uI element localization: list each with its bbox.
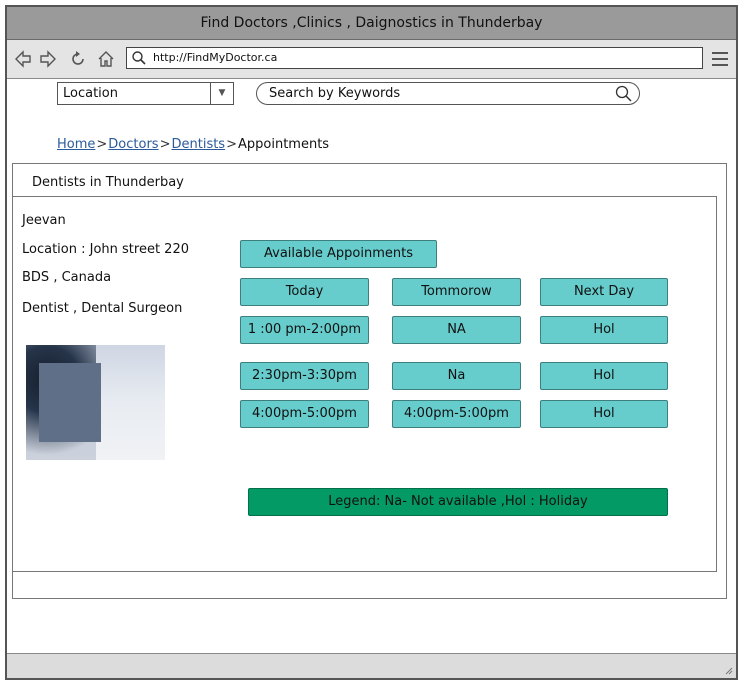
- back-icon[interactable]: [13, 49, 33, 69]
- search-icon[interactable]: [615, 85, 633, 103]
- slot-button[interactable]: Hol: [540, 400, 668, 428]
- column-today-button[interactable]: Today: [240, 278, 369, 306]
- slot-button[interactable]: 2:30pm-3:30pm: [240, 362, 369, 390]
- column-next-day-button[interactable]: Next Day: [540, 278, 668, 306]
- slot-button[interactable]: Na: [392, 362, 521, 390]
- search-icon: [132, 51, 146, 65]
- dentists-panel: Dentists in Thunderbay Jeevan Location :…: [12, 163, 727, 599]
- slot-button[interactable]: NA: [392, 316, 521, 344]
- slot-button[interactable]: Hol: [540, 362, 668, 390]
- doctor-specialty: Dentist , Dental Surgeon: [22, 301, 183, 316]
- address-bar[interactable]: http://FindMyDoctor.ca: [126, 47, 703, 69]
- hamburger-menu-icon[interactable]: [712, 52, 728, 66]
- slot-button[interactable]: 4:00pm-5:00pm: [240, 400, 369, 428]
- resize-grip-icon[interactable]: [725, 667, 733, 675]
- keyword-search-placeholder: Search by Keywords: [269, 86, 401, 101]
- legend-bar: Legend: Na- Not available ,Hol : Holiday: [248, 488, 668, 516]
- breadcrumb-doctors-link[interactable]: Doctors: [108, 137, 158, 152]
- browser-window: Find Doctors ,Clinics , Daignostics in T…: [5, 5, 738, 680]
- available-appointments-button[interactable]: Available Appoinments: [240, 240, 437, 268]
- section-title: Dentists in Thunderbay: [32, 175, 184, 190]
- breadcrumb: Home>Doctors>Dentists>Appointments: [57, 137, 329, 152]
- doctor-photo: [26, 345, 165, 460]
- slot-button[interactable]: 4:00pm-5:00pm: [392, 400, 521, 428]
- location-value: Location: [63, 86, 118, 101]
- status-bar: [7, 653, 736, 678]
- window-title: Find Doctors ,Clinics , Daignostics in T…: [7, 7, 736, 40]
- forward-icon[interactable]: [38, 49, 58, 69]
- url-text: http://FindMyDoctor.ca: [153, 51, 278, 64]
- keyword-search-input[interactable]: Search by Keywords: [256, 82, 640, 105]
- dropdown-arrow-icon[interactable]: ▼: [210, 83, 233, 104]
- breadcrumb-dentists-link[interactable]: Dentists: [171, 137, 225, 152]
- reload-icon[interactable]: [68, 49, 88, 69]
- page-content: Location ▼ Search by Keywords Home>Docto…: [7, 79, 736, 654]
- doctor-card: Jeevan Location : John street 220 BDS , …: [13, 196, 717, 572]
- doctor-degree: BDS , Canada: [22, 270, 112, 285]
- slot-button[interactable]: 1 :00 pm-2:00pm: [240, 316, 369, 344]
- home-icon[interactable]: [96, 49, 116, 69]
- doctor-name: Jeevan: [22, 213, 66, 228]
- breadcrumb-home-link[interactable]: Home: [57, 137, 95, 152]
- column-tomorrow-button[interactable]: Tommorow: [392, 278, 521, 306]
- breadcrumb-separator: >: [96, 137, 108, 152]
- breadcrumb-separator: >: [226, 137, 237, 152]
- browser-toolbar: http://FindMyDoctor.ca: [7, 40, 736, 79]
- slot-button[interactable]: Hol: [540, 316, 668, 344]
- breadcrumb-separator: >: [159, 137, 171, 152]
- location-dropdown[interactable]: Location ▼: [57, 82, 234, 105]
- breadcrumb-current: Appointments: [238, 137, 330, 152]
- doctor-location: Location : John street 220: [22, 242, 189, 257]
